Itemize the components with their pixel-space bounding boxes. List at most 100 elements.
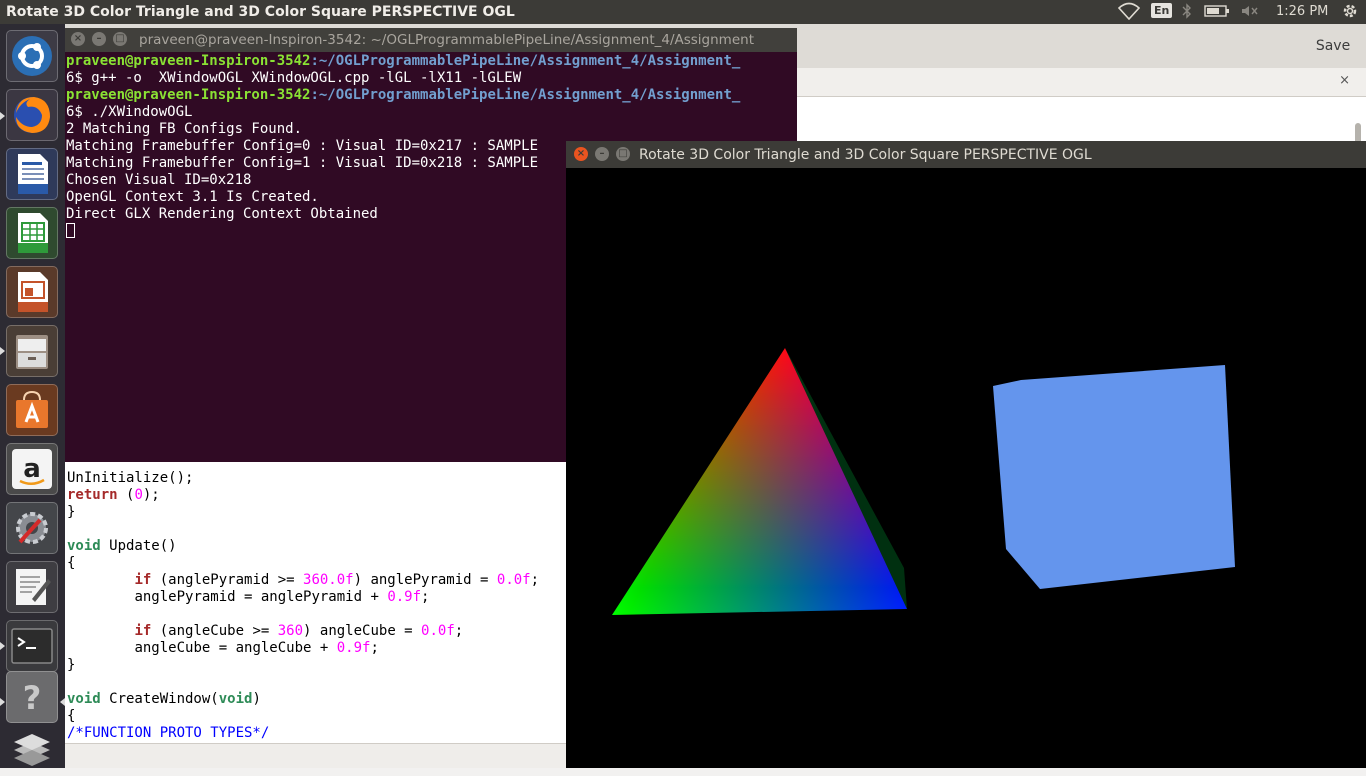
calc-launcher[interactable] <box>6 207 58 259</box>
ubuntu-logo-icon <box>12 36 52 76</box>
terminal-command: 6$ g++ -o XWindowOGL XWindowOGL.cpp -lGL… <box>66 70 522 86</box>
svg-text:a: a <box>23 454 41 484</box>
prompt-user: praveen@praveen-Inspiron-3542 <box>66 87 311 103</box>
terminal-command: 6$ ./XWindowOGL <box>66 104 193 120</box>
bluetooth-icon[interactable] <box>1182 3 1192 23</box>
code-comment: /*FUNCTION PROTO TYPES*/ <box>67 725 270 741</box>
code-number: 0.9f <box>336 640 371 656</box>
code-text: Update() <box>100 538 177 554</box>
prompt-path: :~/OGLProgrammablePipeLine/Assignment_4/… <box>310 53 741 69</box>
code-keyword: void <box>67 538 101 554</box>
code-number: 360 <box>277 623 304 639</box>
code-keyword: if <box>134 572 152 588</box>
code-view[interactable]: UnInitialize(); return (0); } void Updat… <box>67 470 539 742</box>
running-indicator <box>0 112 5 120</box>
code-text: angleCube = angleCube + <box>134 640 337 656</box>
code-keyword: if <box>134 623 152 639</box>
top-panel: Rotate 3D Color Triangle and 3D Color Sq… <box>0 0 1366 24</box>
code-keyword: void <box>218 691 253 707</box>
code-text: (anglePyramid >= <box>151 572 304 588</box>
battery-icon[interactable] <box>1204 3 1230 23</box>
code-line: UnInitialize(); <box>67 470 194 486</box>
prompt-path: :~/OGLProgrammablePipeLine/Assignment_4/… <box>310 87 741 103</box>
close-button[interactable]: × <box>71 32 85 46</box>
code-text: ) angleCube = <box>303 623 422 639</box>
minimize-button[interactable]: – <box>92 32 106 46</box>
code-text: ; <box>530 572 540 588</box>
code-number: 0.0f <box>421 623 455 639</box>
firefox-icon <box>14 97 50 133</box>
terminal-cursor <box>66 223 75 238</box>
running-indicator <box>0 642 5 650</box>
code-text: ; <box>421 589 430 605</box>
terminal-line: Direct GLX Rendering Context Obtained <box>66 206 378 222</box>
gl-window-title: Rotate 3D Color Triangle and 3D Color Sq… <box>639 147 1092 163</box>
svg-text:?: ? <box>23 679 42 717</box>
code-text: anglePyramid = anglePyramid + <box>134 589 388 605</box>
wifi-icon[interactable] <box>1117 2 1141 24</box>
shopping-bag-icon <box>16 390 48 428</box>
clock[interactable]: 1:26 PM <box>1276 4 1328 19</box>
terminal-line: 2 Matching FB Configs Found. <box>66 121 303 137</box>
save-button[interactable]: Save <box>1308 32 1358 60</box>
tab-close-icon[interactable]: × <box>1339 73 1350 88</box>
keyboard-layout-label: En <box>1151 3 1173 18</box>
files-launcher[interactable] <box>6 325 58 377</box>
launcher: a ? <box>0 24 65 768</box>
terminal-line: Matching Framebuffer Config=0 : Visual I… <box>66 138 539 154</box>
code-text: ; <box>454 623 464 639</box>
keyboard-layout-indicator[interactable]: En <box>1151 3 1173 18</box>
terminal-icon <box>11 628 53 664</box>
text-editor-icon <box>16 569 51 605</box>
gl-canvas[interactable] <box>566 168 1366 768</box>
code-number: 0 <box>134 487 143 503</box>
impress-launcher[interactable] <box>6 266 58 318</box>
writer-launcher[interactable] <box>6 148 58 200</box>
opengl-window[interactable]: × – □ Rotate 3D Color Triangle and 3D Co… <box>566 141 1366 768</box>
gl-app-launcher[interactable]: ? <box>6 671 58 723</box>
workspaces-icon <box>14 734 50 766</box>
code-text: ( <box>117 487 135 503</box>
amazon-icon: a <box>12 449 52 489</box>
minimize-button[interactable]: – <box>595 147 609 161</box>
code-text: (angleCube >= <box>151 623 278 639</box>
code-text: CreateWindow( <box>100 691 219 707</box>
gl-titlebar[interactable]: × – □ Rotate 3D Color Triangle and 3D Co… <box>566 141 1366 168</box>
maximize-button[interactable]: □ <box>616 147 630 161</box>
workspaces-launcher[interactable] <box>6 724 58 776</box>
active-window-title: Rotate 3D Color Triangle and 3D Color Sq… <box>6 4 515 20</box>
code-text: ) anglePyramid = <box>353 572 497 588</box>
blue-cube <box>993 365 1235 589</box>
maximize-button[interactable]: □ <box>113 32 127 46</box>
running-indicator <box>0 347 5 355</box>
terminal-launcher[interactable] <box>6 620 58 672</box>
code-line: { <box>67 708 76 724</box>
terminal-titlebar[interactable]: × – □ praveen@praveen-Inspiron-3542: ~/O… <box>65 28 797 52</box>
volume-muted-icon[interactable] <box>1240 3 1260 23</box>
libreoffice-calc-icon <box>18 213 48 253</box>
code-line: } <box>67 657 76 673</box>
firefox-launcher[interactable] <box>6 89 58 141</box>
code-text: ; <box>370 640 379 656</box>
terminal-line: OpenGL Context 3.1 Is Created. <box>66 189 319 205</box>
amazon-launcher[interactable]: a <box>6 443 58 495</box>
running-indicator <box>0 698 5 706</box>
code-keyword: return <box>67 487 118 503</box>
code-text: ) <box>252 691 261 707</box>
code-text: ); <box>142 487 160 503</box>
settings-launcher[interactable] <box>6 502 58 554</box>
prompt-user: praveen@praveen-Inspiron-3542 <box>66 53 311 69</box>
close-button[interactable]: × <box>574 147 588 161</box>
color-triangle <box>612 348 907 615</box>
terminal-line: Chosen Visual ID=0x218 <box>66 172 252 188</box>
libreoffice-impress-icon <box>18 272 48 312</box>
code-line: } <box>67 504 76 520</box>
text-editor-launcher[interactable] <box>6 561 58 613</box>
gear-icon[interactable] <box>1341 2 1359 24</box>
code-number: 0.0f <box>496 572 531 588</box>
terminal-title: praveen@praveen-Inspiron-3542: ~/OGLProg… <box>139 32 754 48</box>
software-launcher[interactable] <box>6 384 58 436</box>
ubuntu-dash-button[interactable] <box>6 30 58 82</box>
question-mark-icon: ? <box>23 679 42 717</box>
code-number: 0.9f <box>387 589 422 605</box>
